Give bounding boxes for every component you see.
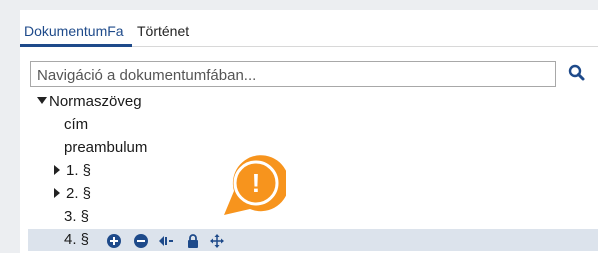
- search-icon[interactable]: [568, 64, 586, 84]
- tab-dokumentumfa[interactable]: DokumentumFa: [24, 23, 124, 39]
- tree-node-4[interactable]: 4. §: [64, 229, 89, 251]
- tab-bar: DokumentumFa Történet: [20, 10, 598, 47]
- tree-node-normaszoveg[interactable]: Normaszöveg: [37, 91, 142, 113]
- tree-node-label: Normaszöveg: [49, 93, 142, 110]
- warning-callout-icon: !: [224, 155, 286, 215]
- tab-tortenet[interactable]: Történet: [137, 23, 189, 39]
- minus-circle-icon[interactable]: [134, 234, 148, 248]
- callout-symbol: !: [252, 168, 261, 198]
- document-tree-panel: DokumentumFa Történet Navigáció a dokume…: [20, 10, 598, 253]
- active-tab-indicator: [20, 44, 132, 47]
- search-placeholder: Navigáció a dokumentumfában...: [37, 67, 257, 84]
- caret-right-icon[interactable]: [54, 165, 60, 175]
- tree-node-label: 1. §: [66, 162, 92, 179]
- lock-icon[interactable]: [186, 234, 200, 248]
- tree-node-1[interactable]: 1. §: [54, 160, 91, 182]
- tree-node-preambulum[interactable]: preambulum: [64, 137, 147, 159]
- outdent-icon[interactable]: [159, 234, 173, 248]
- search-input[interactable]: Navigáció a dokumentumfában...: [30, 61, 556, 87]
- caret-down-icon[interactable]: [37, 97, 47, 104]
- tree-node-label: 2. §: [66, 185, 92, 202]
- tree-node-2[interactable]: 2. §: [54, 183, 91, 205]
- tree-node-cim[interactable]: cím: [64, 114, 88, 136]
- plus-circle-icon[interactable]: [107, 234, 121, 248]
- tree-node-3[interactable]: 3. §: [64, 206, 89, 228]
- move-arrows-icon[interactable]: [210, 234, 224, 248]
- caret-right-icon[interactable]: [54, 188, 60, 198]
